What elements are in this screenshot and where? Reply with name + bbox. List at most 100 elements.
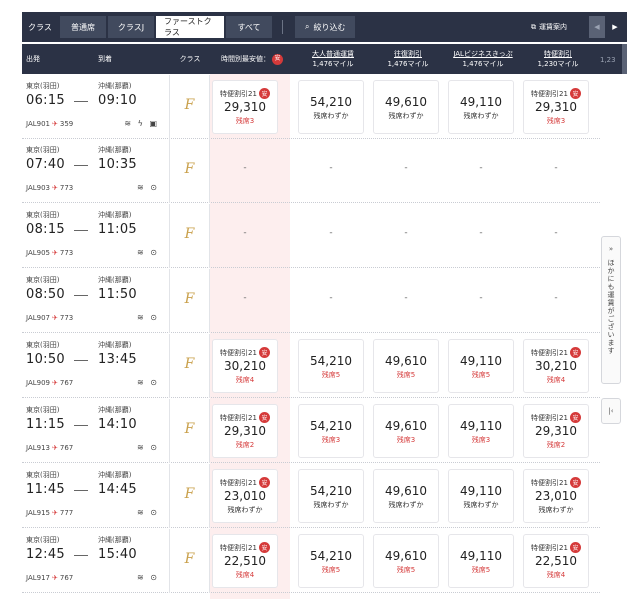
fare-card[interactable]: 特便割引21 安 29,310 残席2 [212, 404, 278, 458]
flight-number-link[interactable]: JAL905 ✈ 773 [26, 249, 73, 257]
first-class-logo: F [170, 464, 210, 528]
fare-card[interactable]: 特便割引21 安 22,510 残席4 [212, 534, 278, 588]
time-dash [74, 230, 88, 231]
amenity-icons: ≋ ϟ ▣ [124, 119, 159, 128]
fare-card[interactable]: 54,210 残席わずか [298, 469, 364, 523]
tab-economy[interactable]: 普通席 [60, 16, 106, 38]
origin-airport: 東京(羽田) [26, 536, 60, 544]
double-chevron-right-icon: » [608, 245, 614, 253]
first-class-logo: F [170, 529, 210, 593]
flight-row: 東京(羽田) 沖縄(那覇) 08:15 11:05 JAL905 ✈ 773 ≋ ⊙ F - - -… [22, 204, 600, 268]
fare-card[interactable]: 特便割引21 安 23,010 残席わずか [212, 469, 278, 523]
origin-airport: 東京(羽田) [26, 82, 60, 90]
time-dash [74, 295, 88, 296]
fare-card-name: 特便割引21 安 [220, 412, 270, 423]
fare-card-name: 特便割引21 安 [531, 412, 581, 423]
tab-all[interactable]: すべて [226, 16, 272, 38]
flight-number-link[interactable]: JAL915 ✈ 777 [26, 509, 73, 517]
fare-card[interactable]: 特便割引21 安 29,310 残席3 [212, 80, 278, 134]
flight-number-link[interactable]: JAL903 ✈ 773 [26, 184, 73, 192]
scroll-right-button[interactable]: ▶ [607, 16, 623, 38]
aircraft-type: 773 [59, 184, 74, 192]
fare-card[interactable]: 54,210 残席5 [298, 534, 364, 588]
more-fares-button[interactable]: » ほかにも運賃がございます [601, 236, 621, 384]
flight-info: 東京(羽田) 沖縄(那覇) 11:45 14:45 JAL915 ✈ 777 ≋ ⊙ [22, 464, 170, 528]
fare-card[interactable]: 49,110 残席5 [448, 339, 514, 393]
fare-card[interactable]: 特便割引21 安 22,510 残席4 [523, 534, 589, 588]
safe-badge-icon: 安 [258, 88, 270, 99]
fare-name: JALビジネスきっぷ [453, 50, 513, 58]
flight-info: 東京(羽田) 沖縄(那覇) 11:15 14:10 JAL913 ✈ 767 ≋ ⊙ [22, 399, 170, 463]
fare-price: 49,110 [460, 483, 502, 498]
tab-first-class[interactable]: ファーストクラス [156, 16, 224, 38]
fare-card[interactable]: 特便割引21 安 30,210 残席4 [523, 339, 589, 393]
safe-badge-icon: 安 [569, 542, 581, 553]
flight-number: JAL901 [26, 120, 50, 128]
fare-card[interactable]: 特便割引21 安 29,310 残席3 [523, 80, 589, 134]
fare-card[interactable]: 49,610 残席わずか [373, 80, 439, 134]
header-special-label: 時間別最安値 [221, 55, 263, 63]
fare-info-link[interactable]: ⧉ 運賃案内 [531, 12, 567, 42]
time-dash [74, 555, 88, 556]
no-fare: - [329, 163, 333, 173]
seat-availability: 残席4 [235, 571, 255, 579]
arrival-time: 14:45 [98, 482, 137, 497]
departure-time: 11:15 [26, 417, 65, 432]
fare-card[interactable]: 49,610 残席5 [373, 339, 439, 393]
fare-card[interactable]: 49,610 残席5 [373, 534, 439, 588]
fare-card[interactable]: 49,110 残席3 [448, 404, 514, 458]
header-fare-2[interactable]: JALビジネスきっぷ 1,476マイル [448, 44, 518, 74]
fare-card[interactable]: 49,110 残席5 [448, 534, 514, 588]
fare-card[interactable]: 特便割引21 安 23,010 残席わずか [523, 469, 589, 523]
fare-card[interactable]: 特便割引21 安 30,210 残席4 [212, 339, 278, 393]
time-dash [74, 165, 88, 166]
flight-row: 東京(羽田) 沖縄(那覇) 12:45 15:40 JAL917 ✈ 767 ≋ ⊙ F 特便割… [22, 529, 600, 593]
no-fare: - [554, 293, 558, 303]
safe-badge-icon: 安 [258, 542, 270, 553]
flight-number-link[interactable]: JAL907 ✈ 773 [26, 314, 73, 322]
seat-availability: 残席5 [471, 565, 491, 574]
collapse-button[interactable]: |‹ [601, 398, 621, 424]
fare-price: 29,310 [535, 100, 577, 114]
filter-button[interactable]: ⌕ 絞り込む [295, 16, 356, 38]
safe-badge-icon: 安 [258, 477, 270, 488]
time-dash [74, 425, 88, 426]
fare-name: 大人普通運賃 [312, 50, 354, 58]
fare-card[interactable]: 54,210 残席3 [298, 404, 364, 458]
seat-availability: 残席3 [396, 435, 416, 444]
external-link-icon: ⧉ [531, 22, 536, 31]
seat-availability: 残席わずか [313, 111, 349, 120]
fare-card-name: 特便割引21 安 [531, 477, 581, 488]
origin-airport: 東京(羽田) [26, 146, 60, 154]
flight-number-link[interactable]: JAL909 ✈ 767 [26, 379, 73, 387]
fare-card[interactable]: 49,110 残席わずか [448, 469, 514, 523]
header-fare-3[interactable]: 特便割引 1,230マイル [523, 44, 593, 74]
fare-card[interactable]: 特便割引21 安 29,310 残席2 [523, 404, 589, 458]
no-fare: - [243, 293, 247, 303]
seat-availability: 残席5 [396, 370, 416, 379]
departure-time: 08:15 [26, 222, 65, 237]
header-fare-0[interactable]: 大人普通運賃 1,476マイル [298, 44, 368, 74]
flight-number-link[interactable]: JAL917 ✈ 767 [26, 574, 73, 582]
fare-name: 往復割引 [394, 50, 422, 58]
origin-airport: 東京(羽田) [26, 341, 60, 349]
no-fare: - [329, 293, 333, 303]
flight-number-link[interactable]: JAL901 ✈ 359 [26, 120, 73, 128]
destination-airport: 沖縄(那覇) [98, 341, 132, 349]
fare-card[interactable]: 54,210 残席5 [298, 339, 364, 393]
flight-info: 東京(羽田) 沖縄(那覇) 07:40 10:35 JAL903 ✈ 773 ≋ ⊙ [22, 139, 170, 203]
fare-price: 30,210 [535, 359, 577, 373]
flight-number-link[interactable]: JAL913 ✈ 767 [26, 444, 73, 452]
scroll-left-button[interactable]: ◀ [589, 16, 605, 38]
fare-card[interactable]: 49,610 残席わずか [373, 469, 439, 523]
first-class-logo: F [170, 75, 210, 139]
safe-badge-icon: 安 [258, 347, 270, 358]
fare-price: 54,210 [310, 353, 352, 368]
flight-row: 東京(羽田) 沖縄(那覇) 07:40 10:35 JAL903 ✈ 773 ≋ ⊙ F - - -… [22, 139, 600, 203]
fare-card[interactable]: 49,110 残席わずか [448, 80, 514, 134]
fare-price: 49,110 [460, 353, 502, 368]
fare-card[interactable]: 49,610 残席3 [373, 404, 439, 458]
header-fare-1[interactable]: 往復割引 1,476マイル [373, 44, 443, 74]
tab-class-j[interactable]: クラスJ [108, 16, 154, 38]
fare-card[interactable]: 54,210 残席わずか [298, 80, 364, 134]
